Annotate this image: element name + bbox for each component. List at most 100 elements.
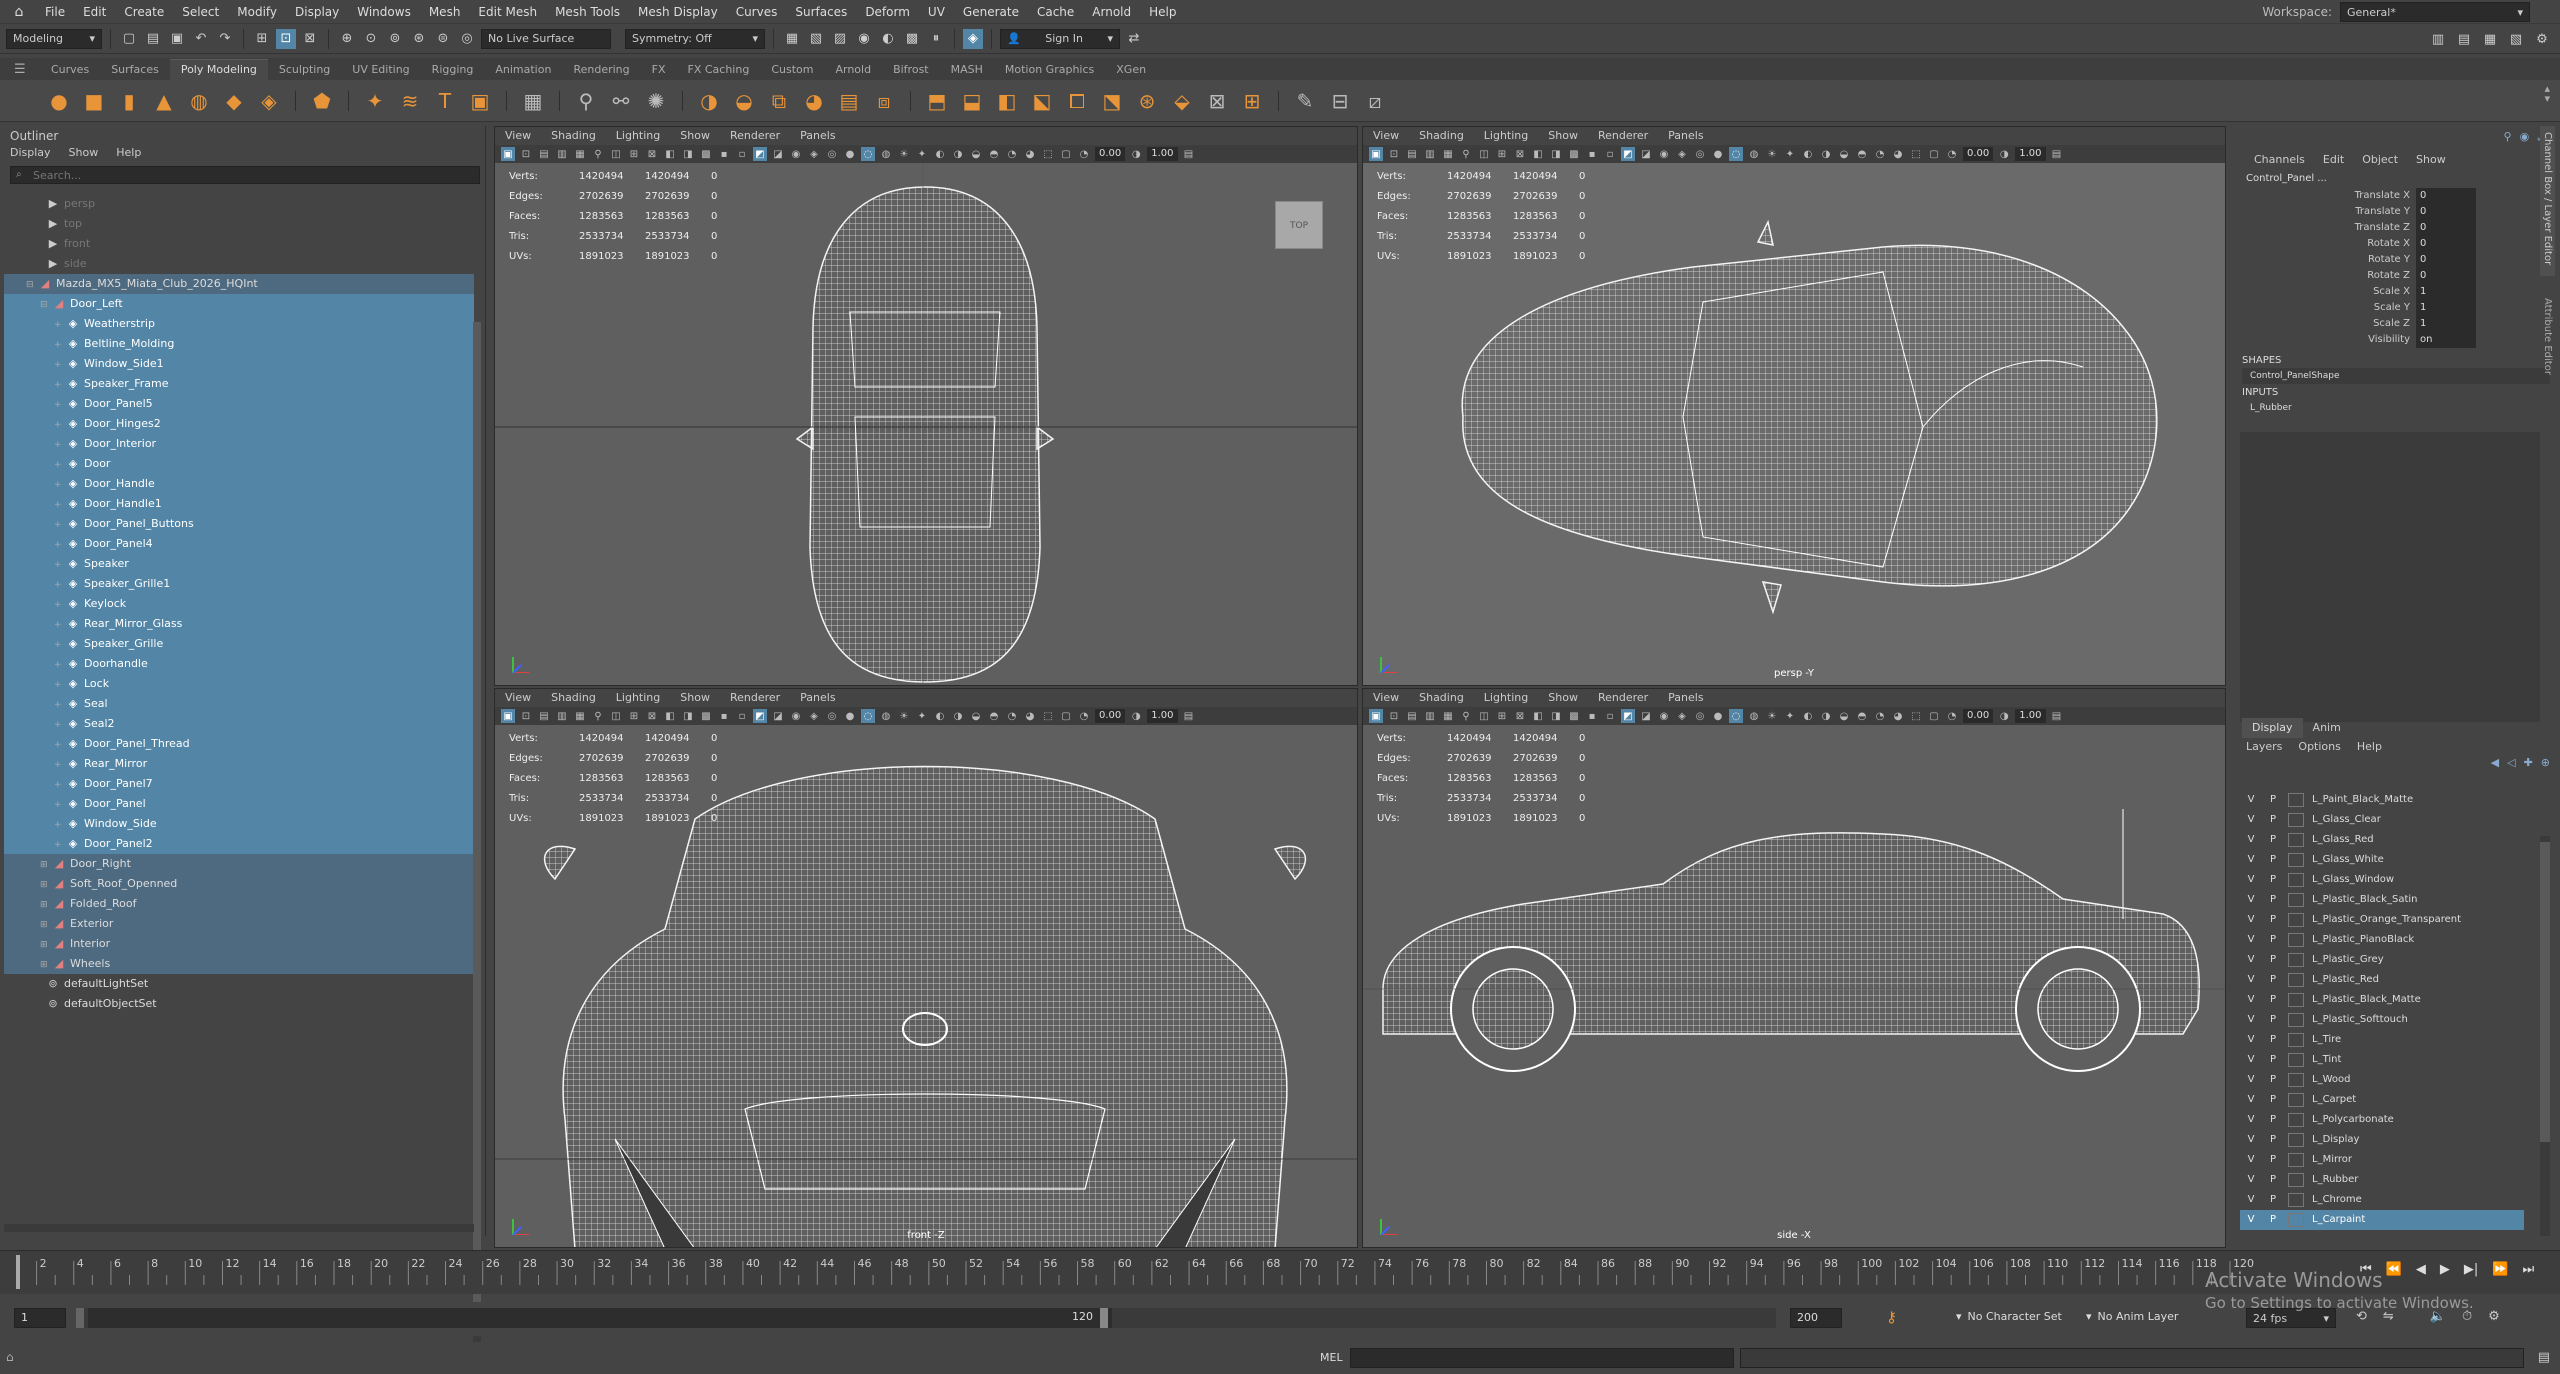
input-node[interactable]: L_Rubber <box>2242 400 2550 416</box>
outliner-mesh-item[interactable]: + ◈ Door_Panel <box>4 794 474 814</box>
layer-playback-toggle[interactable]: P <box>2262 1050 2284 1070</box>
expand-toggle-icon[interactable]: ⊞ <box>40 895 52 915</box>
snap-grid-icon[interactable]: ⊕ <box>337 29 357 49</box>
layer-playback-toggle[interactable]: P <box>2262 1070 2284 1090</box>
layer-playback-toggle[interactable]: P <box>2262 870 2284 890</box>
outliner-mesh-item[interactable]: + ◈ Speaker_Grille <box>4 634 474 654</box>
expand-toggle-icon[interactable]: + <box>54 775 66 795</box>
outliner-mesh-item[interactable]: + ◈ Door_Interior <box>4 434 474 454</box>
channel-menu-show[interactable]: Show <box>2416 150 2446 170</box>
fill-hole-icon[interactable]: ⬕ <box>1029 88 1055 114</box>
outliner-camera[interactable]: ▶ side <box>4 254 474 274</box>
layer-playback-toggle[interactable]: P <box>2262 1010 2284 1030</box>
expand-toggle-icon[interactable]: + <box>54 835 66 855</box>
attribute-value-field[interactable]: 0 <box>2416 188 2476 204</box>
menu-mesh-tools[interactable]: Mesh Tools <box>546 0 629 24</box>
outliner-mesh-item[interactable]: + ◈ Doorhandle <box>4 654 474 674</box>
outliner-group-item[interactable]: ⊞ ◢ Soft_Roof_Openned <box>4 874 474 894</box>
layer-color-swatch[interactable] <box>2288 1173 2304 1187</box>
menu-edit-mesh[interactable]: Edit Mesh <box>469 0 546 24</box>
layer-visibility-toggle[interactable]: V <box>2240 1190 2262 1210</box>
render-current-icon[interactable]: ▦ <box>782 29 802 49</box>
viewport-front[interactable]: View Shading Lighting Show Renderer Panels ▣ ⊡ ▤… <box>494 688 1358 1248</box>
time-slider[interactable]: 2 4 6 8 10 12 14 16 18 20 22 24 26 28 30 32 34 36 38 40 42 44… <box>0 1250 2560 1294</box>
layer-playback-toggle[interactable]: P <box>2262 810 2284 830</box>
mirror-icon[interactable]: ◒ <box>731 88 757 114</box>
outliner-group-item[interactable]: ⊞ ◢ Door_Right <box>4 854 474 874</box>
shelf-tab-surfaces[interactable]: Surfaces <box>100 60 170 80</box>
arnold-ipr-icon[interactable]: ▩ <box>902 29 922 49</box>
poly-cylinder-icon[interactable]: ▮ <box>116 88 142 114</box>
poly-platonic-icon[interactable]: ⬟ <box>309 88 335 114</box>
layer-color-swatch[interactable] <box>2288 853 2304 867</box>
new-scene-icon[interactable]: ▢ <box>119 29 139 49</box>
channel-attribute-row[interactable]: Translate Z 0 <box>2236 220 2560 236</box>
shelf-tab-fx-caching[interactable]: FX Caching <box>677 60 761 80</box>
shelf-tab-arnold[interactable]: Arnold <box>824 60 882 80</box>
modeling-toolkit-icon[interactable]: ◈ <box>963 28 983 49</box>
bevel-icon[interactable]: ◧ <box>994 88 1020 114</box>
layer-row[interactable]: V P L_Glass_Clear <box>2240 810 2524 830</box>
channel-menu-object[interactable]: Object <box>2362 150 2398 170</box>
pause-icon[interactable]: ⏸ <box>926 29 946 49</box>
expand-toggle-icon[interactable]: + <box>54 535 66 555</box>
live-surface-dropdown[interactable]: No Live Surface <box>481 28 611 49</box>
hypershade-icon[interactable]: ◉ <box>854 29 874 49</box>
channel-attribute-row[interactable]: Rotate Z 0 <box>2236 268 2560 284</box>
layer-row[interactable]: V P L_Carpet <box>2240 1090 2524 1110</box>
undo-icon[interactable]: ↶ <box>191 29 211 49</box>
expand-toggle-icon[interactable]: ⊟ <box>40 295 52 315</box>
shelf-tab-animation[interactable]: Animation <box>484 60 562 80</box>
channel-menu-channels[interactable]: Channels <box>2254 150 2305 170</box>
offset-edge-icon[interactable]: ⧄ <box>1362 88 1388 114</box>
viewport-side[interactable]: View Shading Lighting Show Renderer Panels ▣ ⊡ ▤… <box>1362 688 2226 1248</box>
expand-toggle-icon[interactable]: ⊞ <box>40 875 52 895</box>
outliner-mesh-item[interactable]: + ◈ Rear_Mirror_Glass <box>4 614 474 634</box>
layer-color-swatch[interactable] <box>2288 993 2304 1007</box>
anim-prefs-icon[interactable]: ⚙ <box>2488 1309 2500 1324</box>
outliner-mesh-item[interactable]: + ◈ Door_Panel7 <box>4 774 474 794</box>
menu-mesh[interactable]: Mesh <box>420 0 470 24</box>
expand-toggle-icon[interactable]: + <box>54 635 66 655</box>
channel-attribute-row[interactable]: Scale Y 1 <box>2236 300 2560 316</box>
poly-torus-icon[interactable]: ◍ <box>186 88 212 114</box>
attribute-value-field[interactable]: on <box>2416 332 2476 348</box>
shelf-options-icon[interactable]: ☰ <box>14 62 26 77</box>
outliner-mesh-item[interactable]: + ◈ Door_Panel_Buttons <box>4 514 474 534</box>
layer-row[interactable]: V P L_Plastic_Black_Matte <box>2240 990 2524 1010</box>
outliner-vertical-scrollbar[interactable] <box>473 322 481 1342</box>
menu-create[interactable]: Create <box>115 0 173 24</box>
mesh-grid-icon[interactable]: ▦ <box>520 88 546 114</box>
layer-visibility-toggle[interactable]: V <box>2240 830 2262 850</box>
layer-row[interactable]: V P L_Mirror <box>2240 1150 2524 1170</box>
channel-attribute-row[interactable]: Rotate X 0 <box>2236 236 2560 252</box>
outliner-mesh-item[interactable]: + ◈ Door_Hinges2 <box>4 414 474 434</box>
outliner-mesh-item[interactable]: + ◈ Weatherstrip <box>4 314 474 334</box>
go-to-end-icon[interactable]: ⏭ <box>2522 1262 2534 1277</box>
outliner-mesh-item[interactable]: + ◈ Speaker_Frame <box>4 374 474 394</box>
menu-mesh-display[interactable]: Mesh Display <box>629 0 727 24</box>
arnold-render-icon[interactable]: ◐ <box>878 29 898 49</box>
outliner-mesh-item[interactable]: + ◈ Seal2 <box>4 714 474 734</box>
outliner-mesh-item[interactable]: + ◈ Door_Panel4 <box>4 534 474 554</box>
expand-toggle-icon[interactable]: + <box>54 455 66 475</box>
menu-select[interactable]: Select <box>173 0 228 24</box>
layer-row[interactable]: V P L_Wood <box>2240 1070 2524 1090</box>
layer-color-swatch[interactable] <box>2288 973 2304 987</box>
shelf-tab-custom[interactable]: Custom <box>760 60 824 80</box>
sign-in-button[interactable]: 👤 Sign In ▾ <box>1000 28 1120 49</box>
attribute-value-field[interactable]: 1 <box>2416 284 2476 300</box>
expand-toggle-icon[interactable]: + <box>54 795 66 815</box>
retopo-icon[interactable]: ⧈ <box>871 88 897 114</box>
move-layer-up-icon[interactable]: ◀ <box>2491 756 2499 778</box>
layer-visibility-toggle[interactable]: V <box>2240 1110 2262 1130</box>
shelf-tab-curves[interactable]: Curves <box>40 60 100 80</box>
booleans-icon[interactable]: ◑ <box>696 88 722 114</box>
expand-toggle-icon[interactable]: + <box>54 515 66 535</box>
layer-row[interactable]: V P L_Plastic_Orange_Transparent <box>2240 910 2524 930</box>
svg-tool-icon[interactable]: ▣ <box>467 88 493 114</box>
shelf-tab-xgen[interactable]: XGen <box>1105 60 1157 80</box>
mel-label[interactable]: MEL <box>1320 1351 1343 1364</box>
expand-toggle-icon[interactable]: + <box>54 495 66 515</box>
super-shape-icon[interactable]: ✦ <box>362 88 388 114</box>
